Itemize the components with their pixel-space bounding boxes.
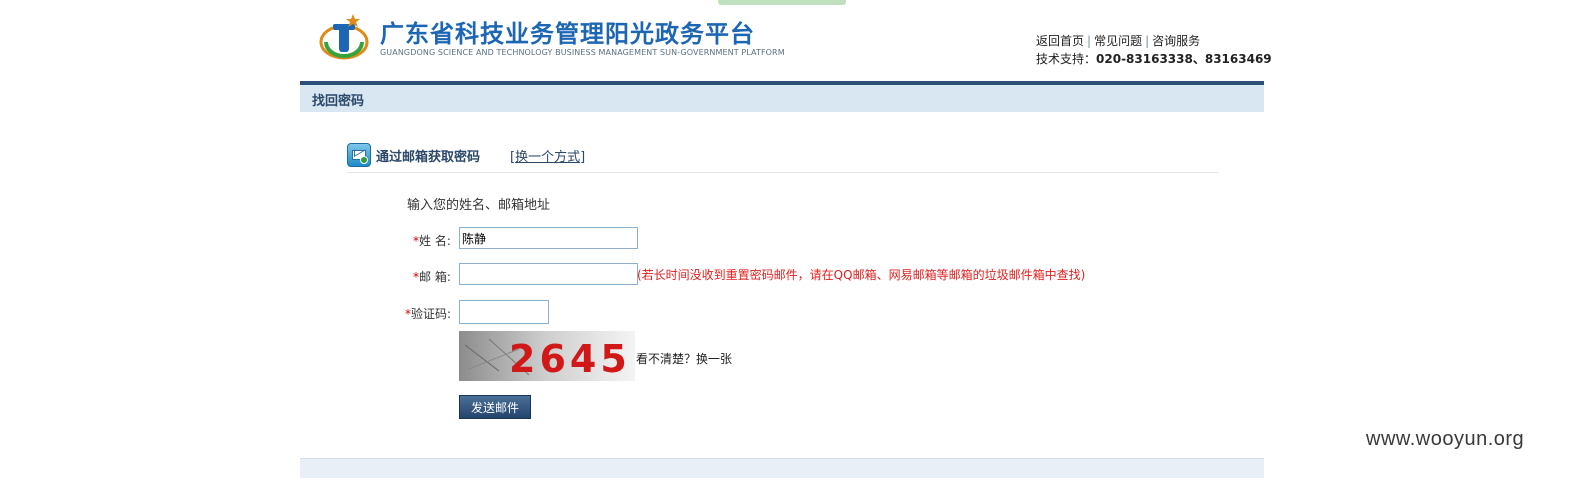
footer-bar [300,458,1264,478]
send-email-button[interactable]: 发送邮件 [459,395,531,419]
email-label-text: 邮 箱: [419,270,451,284]
link-separator: | [1087,34,1092,48]
captcha-label: *验证码: [405,305,451,322]
captcha-label-text: 验证码: [411,307,452,321]
page-container: 广东省科技业务管理阳光政务平台 GUANGDONG SCIENCE AND TE… [300,0,1272,478]
email-label: *邮 箱: [413,268,451,285]
site-title: 广东省科技业务管理阳光政务平台 [380,20,755,48]
email-hint: (若长时间没收到重置密码邮件，请在QQ邮箱、网易邮箱等邮箱的垃圾邮件箱中查找) [637,268,1086,282]
mail-icon [347,143,371,167]
tech-support: 技术支持：020-83163338、83163469 [1036,50,1272,67]
section-header-bar [300,85,1264,112]
link-consult[interactable]: 咨询服务 [1152,34,1200,48]
support-label: 技术支持： [1036,52,1097,66]
site-logo [319,14,369,60]
badge-dot [360,156,368,164]
captcha-input[interactable] [459,300,549,324]
switch-method-link[interactable]: [换一个方式] [510,146,585,165]
top-decoration-bar [718,0,846,5]
bracket-close: ] [580,150,586,165]
link-home[interactable]: 返回首页 [1036,34,1084,48]
link-separator: | [1145,34,1150,48]
captcha-image[interactable]: 2645 [459,331,635,381]
site-subtitle: GUANGDONG SCIENCE AND TECHNOLOGY BUSINES… [380,48,785,57]
email-input[interactable] [459,263,638,285]
divider [346,172,1218,173]
captcha-text: 2645 [509,337,631,381]
form-instruction: 输入您的姓名、邮箱地址 [407,198,551,213]
link-faq[interactable]: 常见问题 [1094,34,1142,48]
captcha-refresh-link[interactable]: 看不清楚？换一张 [636,350,732,367]
name-input[interactable] [459,227,638,249]
name-label: *姓 名: [413,232,451,249]
support-phone: 020-83163338、83163469 [1096,52,1272,66]
method-title: 通过邮箱获取密码 [376,150,481,165]
switch-method-label[interactable]: 换一个方式 [515,150,580,165]
watermark: www.wooyun.org [1366,428,1525,450]
header-links: 返回首页 | 常见问题 | 咨询服务 [1036,32,1200,49]
name-label-text: 姓 名: [419,234,451,248]
page-title: 找回密码 [312,94,365,109]
